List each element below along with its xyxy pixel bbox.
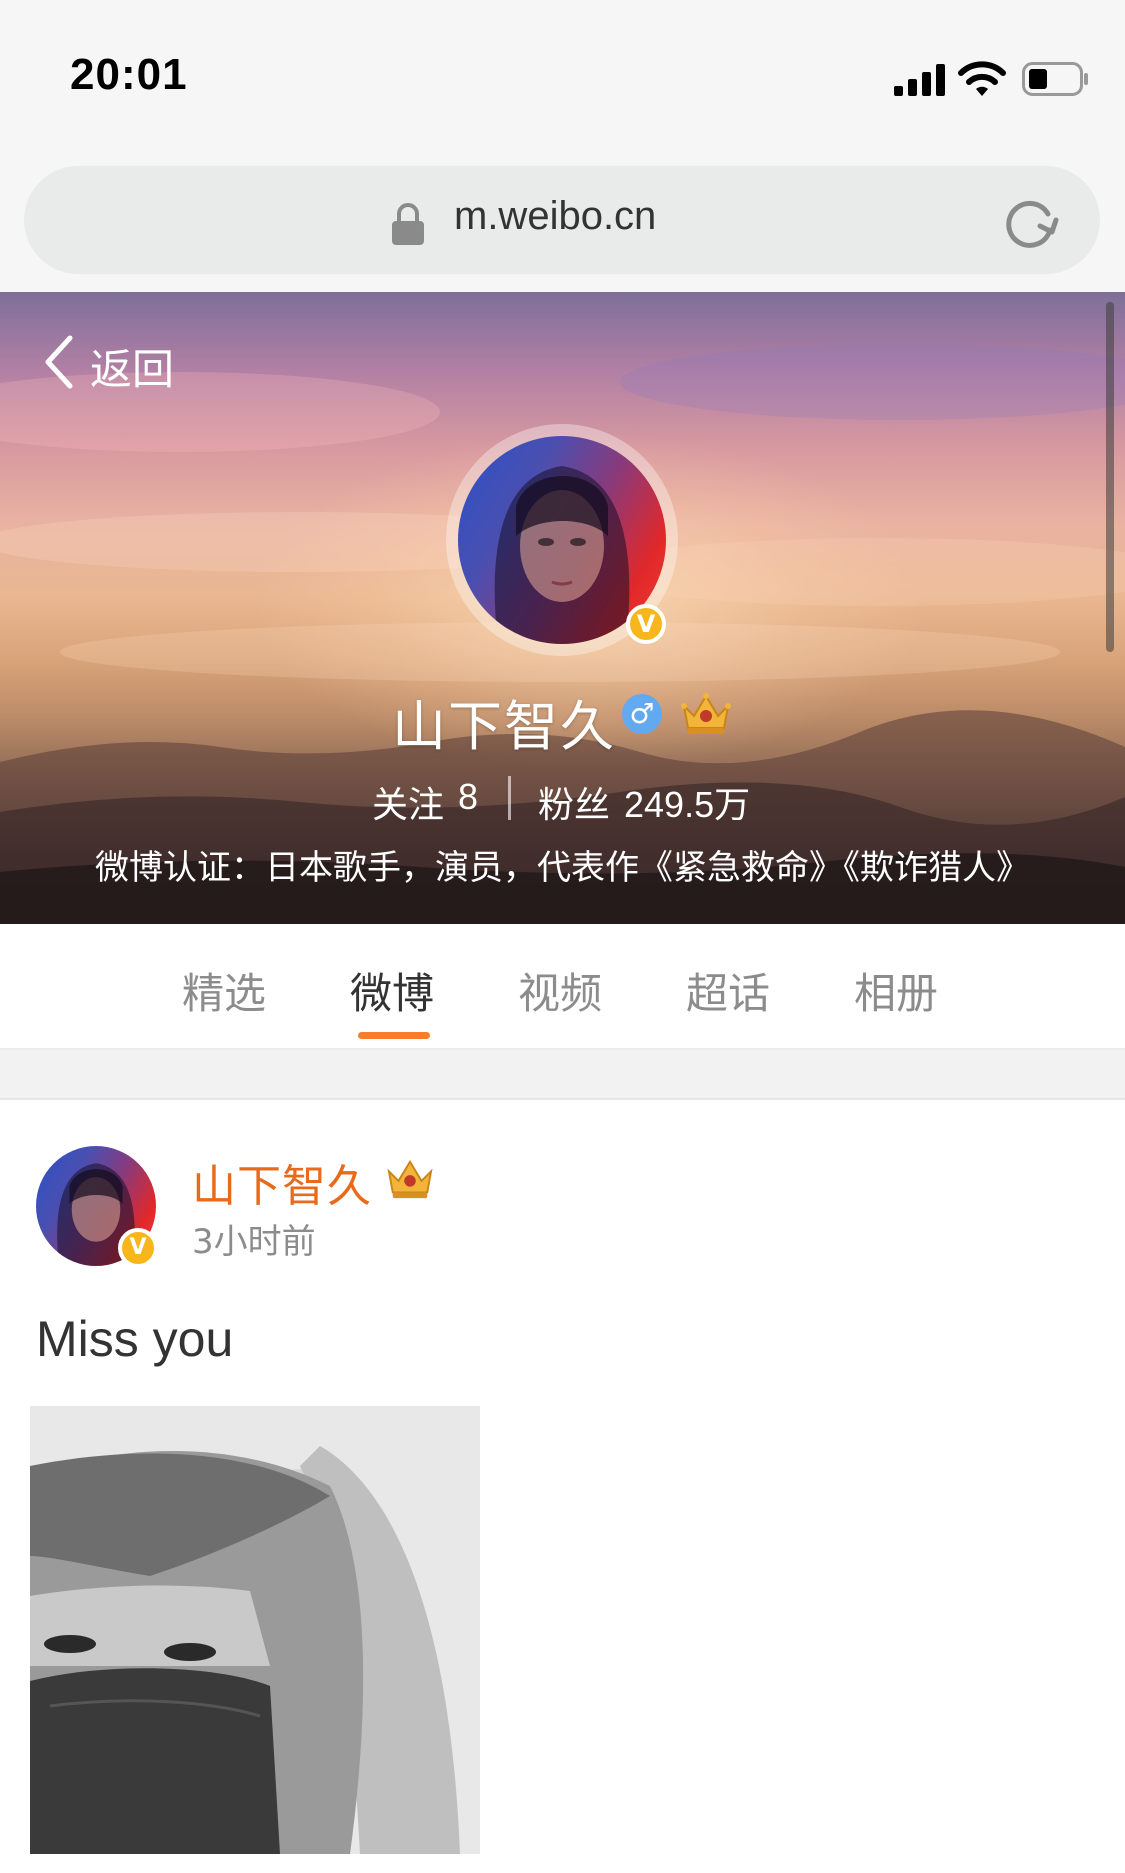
lock-icon xyxy=(392,203,424,245)
profile-tabs: 精选 微博 视频 超话 相册 xyxy=(0,924,1125,1050)
section-divider xyxy=(0,1098,1125,1100)
post-image[interactable] xyxy=(30,1406,480,1854)
post-verified-badge-icon: V xyxy=(118,1228,158,1268)
url-text: m.weibo.cn xyxy=(454,194,657,238)
verified-badge-icon: V xyxy=(626,604,666,644)
back-label: 返回 xyxy=(90,345,175,394)
tab-weibo[interactable]: 微博 xyxy=(350,960,434,1021)
fans-label[interactable]: 粉丝 xyxy=(538,776,610,828)
male-gender-icon: ♂ xyxy=(622,694,662,734)
following-count[interactable]: 8 xyxy=(458,776,478,818)
stats-divider xyxy=(508,776,511,820)
browser-toolbar: m.weibo.cn xyxy=(0,160,1125,292)
tab-album[interactable]: 相册 xyxy=(854,960,938,1021)
cellular-signal-icon xyxy=(894,64,945,96)
chevron-left-icon xyxy=(45,335,73,389)
back-button[interactable]: 返回 xyxy=(40,332,200,394)
reload-icon[interactable] xyxy=(1000,192,1060,252)
verification-text: 微博认证：日本歌手，演员，代表作《紧急救命》《欺诈猎人》 xyxy=(95,848,1030,888)
tab-supertopic[interactable]: 超话 xyxy=(686,960,770,1021)
tab-video[interactable]: 视频 xyxy=(518,960,602,1021)
address-bar[interactable]: m.weibo.cn xyxy=(24,166,1100,274)
fans-count[interactable]: 249.5万 xyxy=(624,776,750,828)
section-gap xyxy=(0,1050,1125,1098)
post-author-name[interactable]: 山下智久 xyxy=(192,1150,372,1214)
following-label[interactable]: 关注 xyxy=(372,776,444,828)
tab-featured[interactable]: 精选 xyxy=(182,960,266,1021)
crown-icon xyxy=(681,693,731,734)
active-tab-indicator xyxy=(358,1032,430,1039)
status-time: 20:01 xyxy=(70,50,188,99)
profile-name-row: 山下智久 ♂ xyxy=(0,682,1125,758)
post-text: Miss you xyxy=(36,1311,234,1367)
profile-name: 山下智久 xyxy=(392,695,616,758)
profile-stats: 关注 8 粉丝 249.5万 xyxy=(0,772,1125,826)
wifi-icon xyxy=(958,61,1006,96)
battery-icon xyxy=(1022,62,1088,96)
status-bar: 20:01 xyxy=(0,0,1125,160)
post-timestamp: 3小时前 xyxy=(192,1222,316,1262)
post-crown-icon xyxy=(387,1159,433,1199)
scroll-indicator xyxy=(1106,302,1114,652)
post-photo xyxy=(30,1406,480,1854)
